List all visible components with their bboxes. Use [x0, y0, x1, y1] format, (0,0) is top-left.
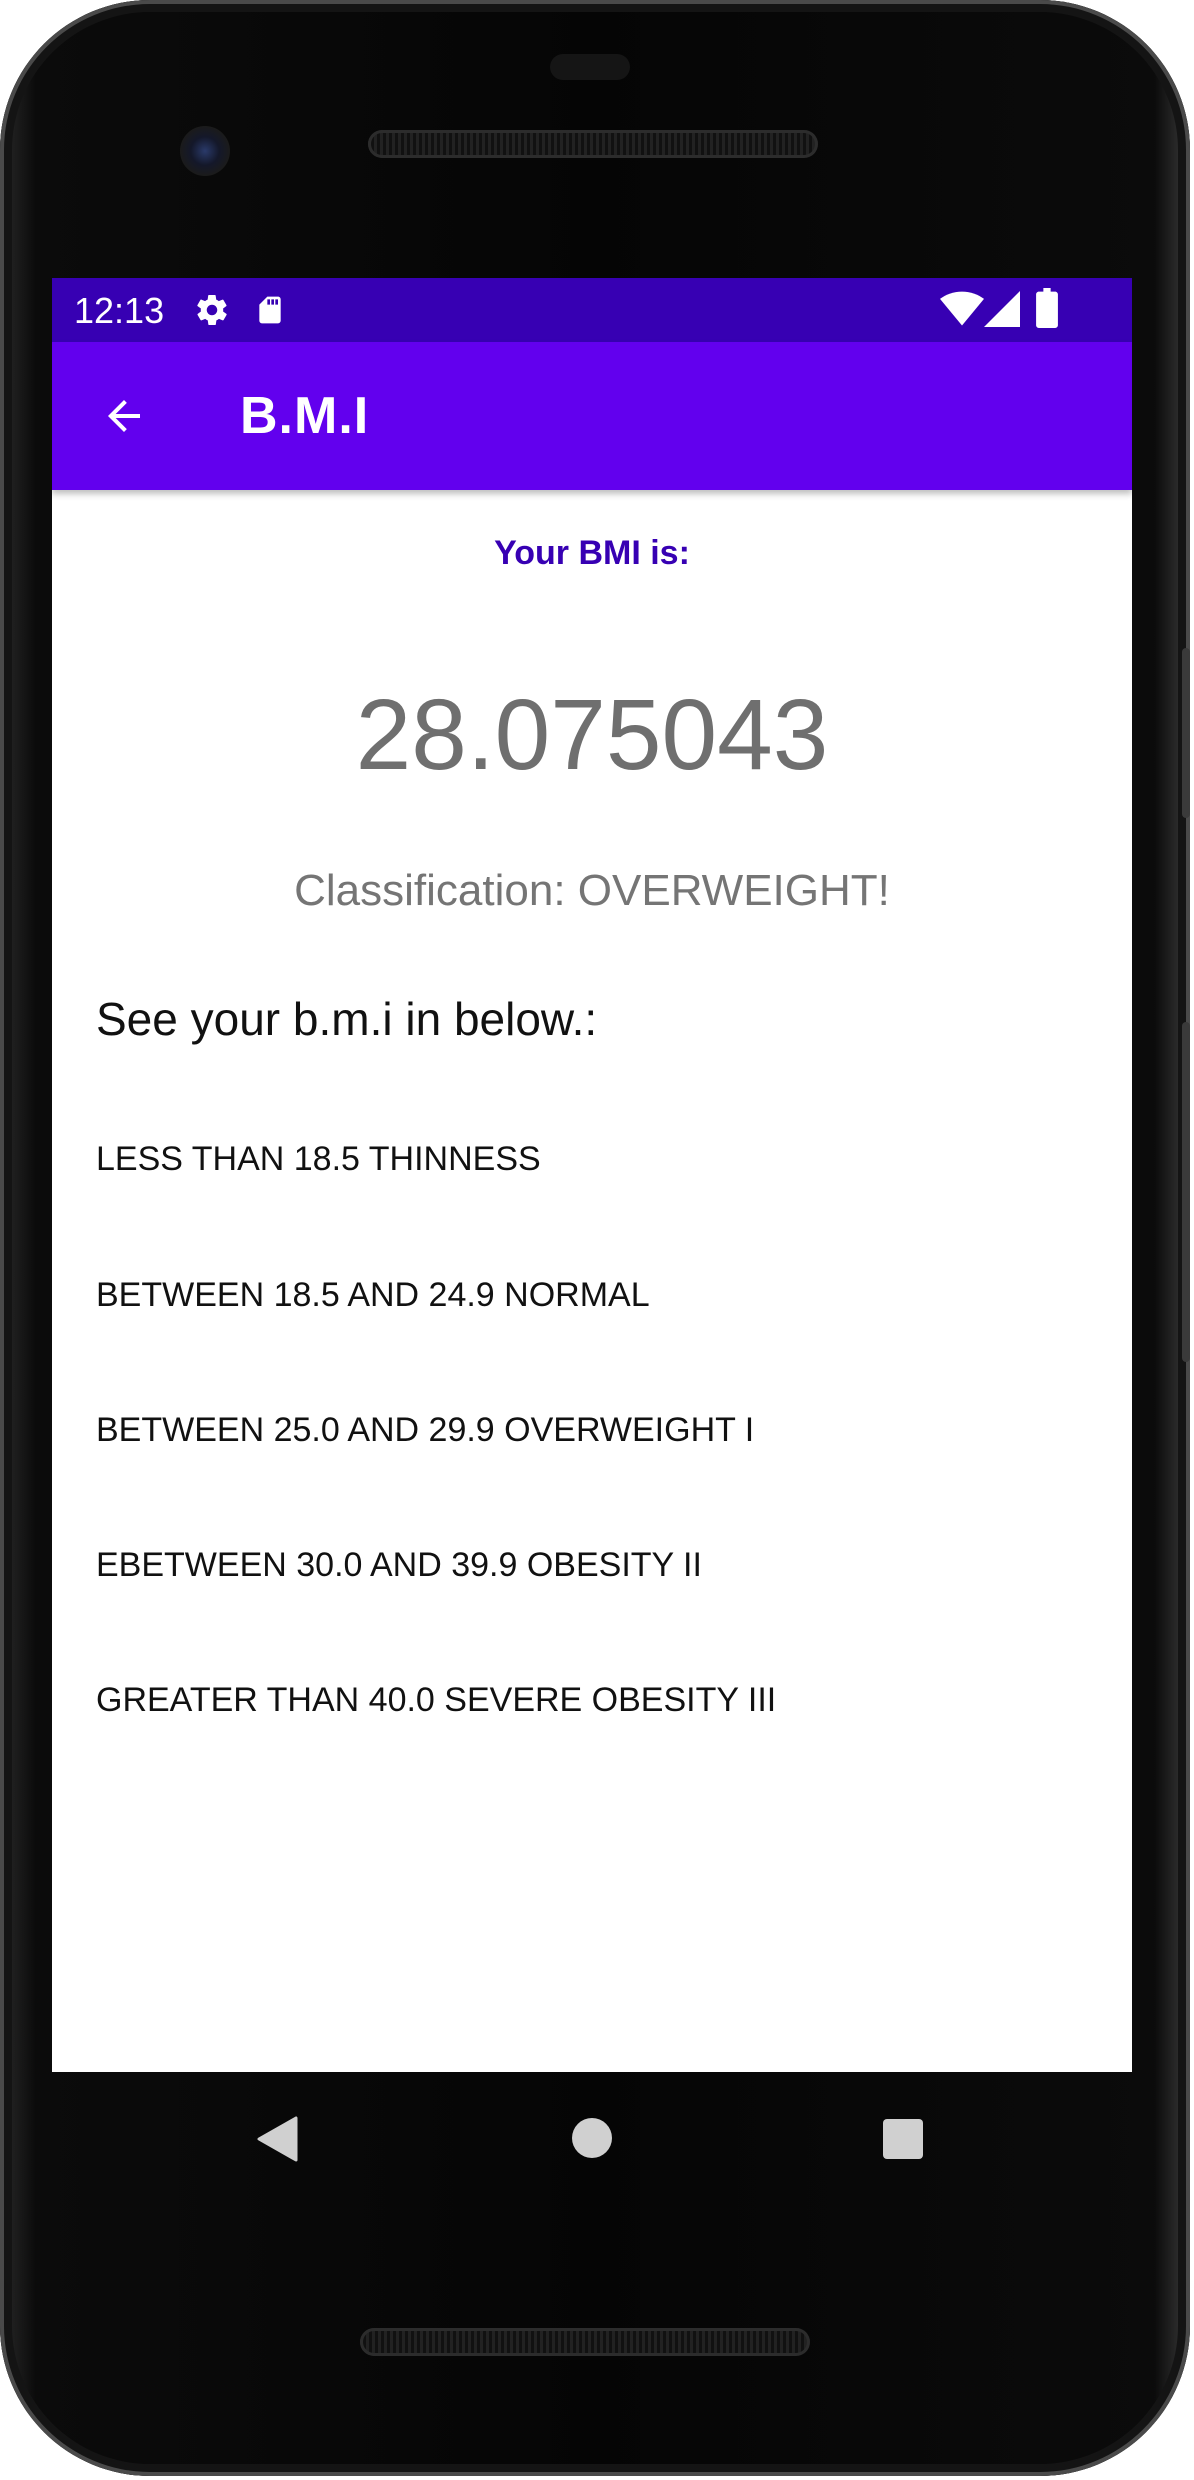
- sd-card-icon: [254, 292, 286, 333]
- range-item: GREATER THAN 40.0 SEVERE OBESITY III: [96, 1681, 777, 1719]
- phone-frame: 12:13 B.M.I Your BMI is: 28.075043 Class…: [0, 0, 1190, 2476]
- app-title: B.M.I: [240, 387, 370, 445]
- range-item: BETWEEN 25.0 AND 29.9 OVERWEIGHT I: [96, 1411, 755, 1449]
- range-item: BETWEEN 18.5 AND 24.9 NORMAL: [96, 1276, 650, 1314]
- status-time: 12:13: [74, 290, 165, 331]
- settings-icon: [194, 292, 230, 333]
- reference-heading: See your b.m.i in below.:: [96, 993, 598, 1045]
- range-item: LESS THAN 18.5 THINNESS: [96, 1140, 541, 1178]
- front-camera-icon: [180, 126, 230, 176]
- screen: 12:13 B.M.I Your BMI is: 28.075043 Class…: [52, 278, 1132, 2072]
- arrow-back-icon[interactable]: [92, 384, 156, 448]
- power-button: [1182, 648, 1190, 818]
- bmi-value: 28.075043: [355, 679, 829, 791]
- classification-text: Classification: OVERWEIGHT!: [294, 866, 890, 915]
- battery-icon: [1036, 288, 1058, 333]
- bottom-speaker: [360, 2328, 810, 2356]
- earpiece-speaker: [368, 130, 818, 158]
- wifi-icon: [940, 290, 984, 333]
- back-triangle-icon[interactable]: [256, 2116, 298, 2167]
- volume-button: [1182, 1022, 1190, 1362]
- proximity-sensor: [550, 54, 630, 80]
- signal-icon: [984, 290, 1020, 333]
- navigation-bar: [52, 2072, 1132, 2202]
- status-bar: 12:13: [52, 278, 1132, 342]
- bmi-label: Your BMI is:: [494, 534, 690, 572]
- home-circle-icon[interactable]: [570, 2116, 614, 2165]
- range-item: EBETWEEN 30.0 AND 39.9 OBESITY II: [96, 1546, 702, 1584]
- recents-square-icon[interactable]: [882, 2118, 924, 2165]
- app-bar: B.M.I: [52, 342, 1132, 490]
